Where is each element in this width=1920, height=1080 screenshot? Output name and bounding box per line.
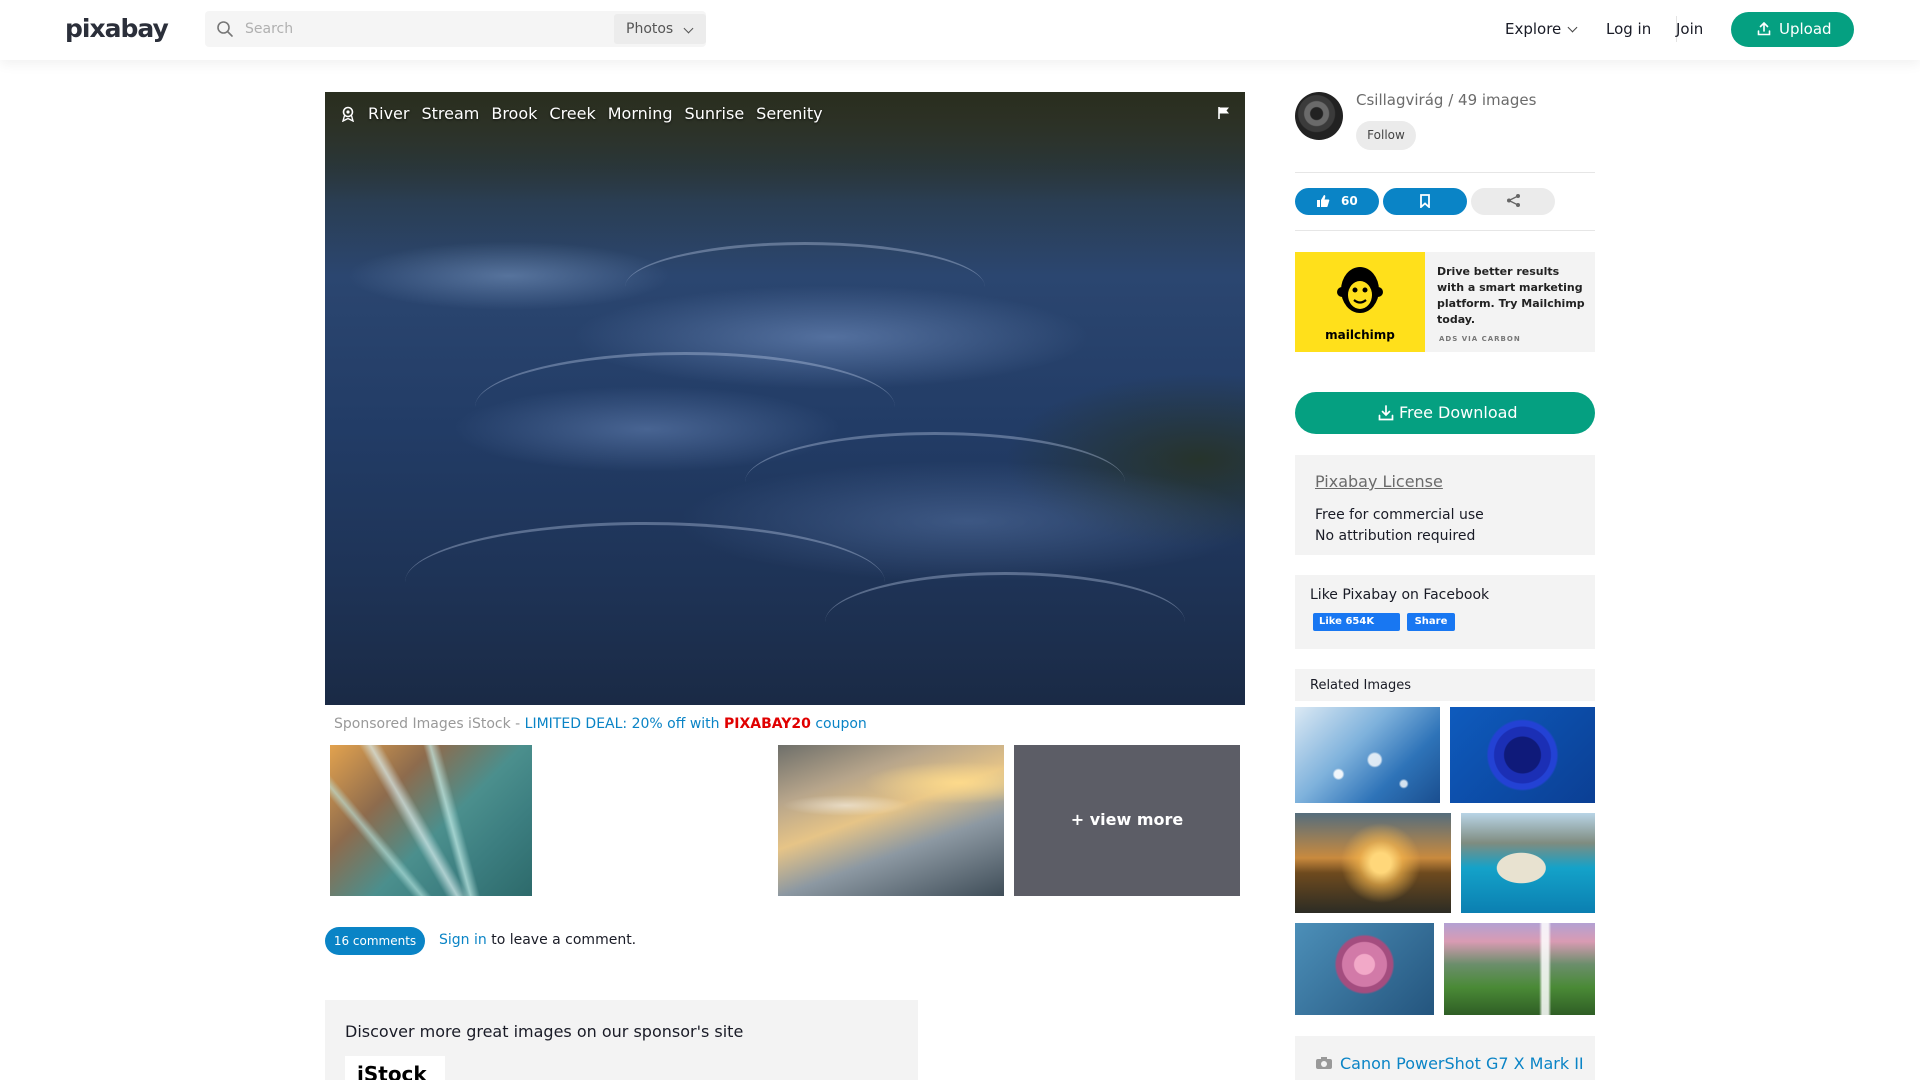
award-icon [342, 106, 354, 122]
facebook-box: Like Pixabay on Facebook Like 654K Share [1295, 575, 1595, 649]
top-navbar: pixabay Photos Explore Log in Join Uploa… [0, 0, 1920, 60]
sponsor-text: Discover more great images on our sponso… [345, 1022, 744, 1041]
related-image[interactable] [1444, 923, 1595, 1015]
coupon-code: PIXABAY20 [723, 716, 811, 732]
signin-suffix: to leave a comment. [486, 932, 637, 948]
related-image[interactable] [1295, 707, 1440, 803]
sidebar-divider [1295, 230, 1595, 231]
tag-link[interactable]: Stream [421, 104, 479, 123]
upload-icon [1757, 22, 1771, 36]
deal-suffix: coupon [810, 716, 867, 732]
sidebar-divider [1295, 172, 1595, 173]
upload-label: Upload [1779, 20, 1832, 38]
share-button[interactable] [1471, 188, 1555, 215]
mailchimp-logo: mailchimp [1295, 252, 1425, 352]
pixabay-logo[interactable]: pixabay [65, 14, 169, 43]
ad-text: Drive better results with a smart market… [1437, 265, 1585, 326]
sponsored-thumbnail[interactable] [330, 745, 532, 896]
camera-info: Canon PowerShot G7 X Mark II [1295, 1036, 1595, 1080]
sponsor-box: Discover more great images on our sponso… [325, 1000, 918, 1080]
carbon-ad[interactable]: mailchimp Drive better results with a sm… [1295, 252, 1595, 352]
tag-link[interactable]: Morning [608, 104, 673, 123]
tag-link[interactable]: River [368, 104, 409, 123]
photo-wave [405, 522, 885, 642]
author-name[interactable]: Csillagvirág / 49 images [1356, 91, 1536, 109]
license-box: Pixabay License Free for commercial use … [1295, 455, 1595, 555]
main-photo[interactable]: River Stream Brook Creek Morning Sunrise… [325, 92, 1245, 705]
search-type-label: Photos [626, 21, 674, 37]
license-line: No attribution required [1315, 528, 1476, 544]
search-bar: Photos [205, 11, 706, 47]
related-image[interactable] [1461, 813, 1595, 913]
explore-menu[interactable]: Explore [1505, 20, 1578, 38]
photo-wave [745, 432, 1125, 532]
view-more-button[interactable]: + view more [1014, 745, 1240, 896]
search-type-dropdown[interactable]: Photos [614, 14, 706, 44]
share-icon [1507, 194, 1520, 207]
upload-button[interactable]: Upload [1731, 12, 1854, 47]
facebook-title: Like Pixabay on Facebook [1310, 587, 1490, 603]
deal-text: LIMITED DEAL: 20% off with [524, 716, 724, 732]
thumbs-up-icon [1317, 195, 1330, 207]
search-input[interactable] [245, 11, 605, 47]
author-avatar[interactable] [1295, 92, 1343, 140]
explore-label: Explore [1505, 20, 1562, 38]
tag-link[interactable]: Sunrise [685, 104, 745, 123]
license-link[interactable]: Pixabay License [1315, 472, 1443, 491]
mailchimp-freddie-icon [1337, 267, 1383, 313]
tag-link[interactable]: Brook [491, 104, 537, 123]
signin-link[interactable]: Sign in [439, 932, 487, 948]
related-image[interactable] [1450, 707, 1595, 803]
follow-button[interactable]: Follow [1356, 121, 1416, 150]
related-images-title: Related Images [1295, 669, 1595, 701]
sponsored-prefix: Sponsored Images iStock - [334, 716, 525, 732]
istock-logo[interactable]: iStock [345, 1056, 445, 1080]
license-line: Free for commercial use [1315, 507, 1484, 523]
facebook-like-button[interactable]: Like 654K [1313, 613, 1400, 631]
download-label: Free Download [1399, 403, 1518, 422]
download-icon [1378, 405, 1394, 421]
tag-link[interactable]: Serenity [756, 104, 822, 123]
signin-prompt: Sign in to leave a comment. [439, 932, 636, 948]
chevron-down-icon [1567, 22, 1578, 33]
deal-link[interactable]: LIMITED DEAL: 20% off with PIXABAY20 cou… [525, 716, 867, 732]
camera-icon [1316, 1057, 1332, 1069]
sponsored-line: Sponsored Images iStock - LIMITED DEAL: … [334, 716, 867, 732]
photo-tags: River Stream Brook Creek Morning Sunrise… [340, 104, 823, 123]
related-image[interactable] [1295, 923, 1434, 1015]
photo-wave [625, 242, 985, 332]
related-image[interactable] [1295, 813, 1451, 913]
bookmark-button[interactable] [1383, 188, 1467, 215]
report-flag-icon[interactable] [1217, 106, 1231, 120]
chevron-down-icon [683, 23, 694, 34]
sponsored-thumbnail[interactable] [778, 745, 1004, 896]
login-link[interactable]: Log in [1606, 20, 1651, 38]
free-download-button[interactable]: Free Download [1295, 392, 1595, 434]
comments-count-badge[interactable]: 16 comments [325, 927, 425, 955]
bookmark-icon [1420, 194, 1430, 208]
ad-brand-name: mailchimp [1325, 328, 1395, 342]
like-button[interactable]: 60 [1295, 188, 1379, 215]
photo-wave [825, 572, 1185, 672]
search-icon [217, 21, 233, 37]
tag-link[interactable]: Creek [549, 104, 595, 123]
camera-link[interactable]: Canon PowerShot G7 X Mark II [1340, 1054, 1584, 1073]
facebook-share-button[interactable]: Share [1407, 613, 1455, 631]
ad-via-carbon[interactable]: ADS VIA CARBON [1439, 335, 1521, 343]
join-link[interactable]: Join [1676, 20, 1703, 38]
like-count: 60 [1341, 194, 1358, 208]
